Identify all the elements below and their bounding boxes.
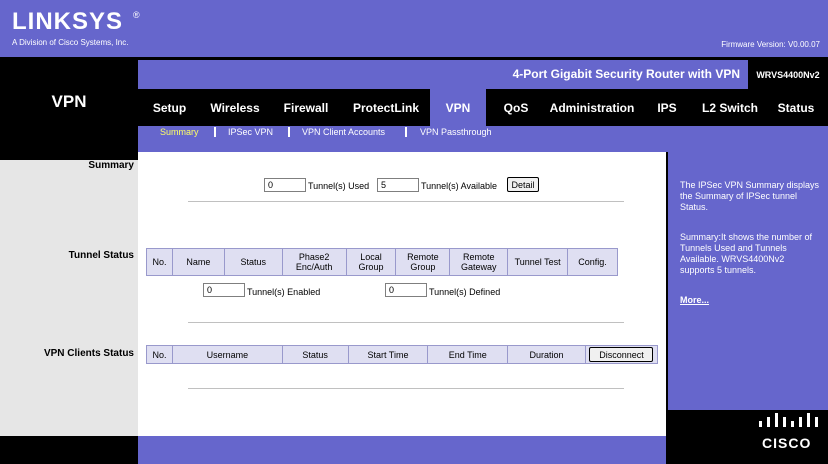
column-header: Local Group: [345, 248, 397, 276]
cisco-bars-icon: [759, 413, 818, 427]
brand-bar: [0, 0, 828, 57]
action-column: Disconnect: [584, 345, 659, 364]
more-link[interactable]: More...: [680, 295, 709, 305]
column-header: Start Time: [347, 345, 429, 364]
tab-administration[interactable]: Administration: [546, 89, 638, 126]
tunnels-used-field: 0: [264, 178, 306, 192]
table-header-row: No. Username Status Start Time End Time …: [146, 345, 659, 364]
subtab-summary[interactable]: Summary: [160, 127, 199, 141]
firmware-version: Firmware Version: V0.00.07: [721, 40, 820, 49]
cisco-logo: CISCO: [762, 435, 812, 451]
subtab-ipsec-vpn[interactable]: IPSec VPN: [228, 127, 273, 141]
left-column-cap: [0, 152, 138, 160]
tab-vpn[interactable]: VPN: [430, 89, 486, 126]
tunnels-used-label: Tunnel(s) Used: [308, 181, 370, 191]
table-header-row: No. Name Status Phase2 Enc/Auth Local Gr…: [146, 248, 618, 276]
column-header: Status: [281, 345, 349, 364]
tab-protectlink[interactable]: ProtectLink: [347, 89, 425, 126]
disconnect-button[interactable]: Disconnect: [589, 347, 654, 362]
subnav-separator: [214, 127, 216, 137]
tunnels-enabled-label: Tunnel(s) Enabled: [247, 287, 321, 297]
column-header: Status: [223, 248, 283, 276]
section-title: VPN: [51, 92, 87, 111]
column-header: End Time: [427, 345, 509, 364]
column-header: No.: [146, 345, 173, 364]
tab-setup[interactable]: Setup: [142, 89, 197, 126]
help-text-summary: Summary:It shows the number of Tunnels U…: [680, 232, 813, 275]
divider: [188, 322, 624, 323]
subtab-vpn-passthrough[interactable]: VPN Passthrough: [420, 127, 492, 141]
column-header: Remote Gateway: [449, 248, 509, 276]
tunnels-available-field: 5: [377, 178, 419, 192]
column-header: Config.: [567, 248, 618, 276]
summary-label: Summary: [88, 160, 134, 171]
help-text-intro: The IPSec VPN Summary displays the Summa…: [680, 180, 820, 212]
tab-l2-switch[interactable]: L2 Switch: [697, 89, 763, 126]
vpn-clients-status-label: VPN Clients Status: [43, 348, 134, 359]
tab-qos[interactable]: QoS: [497, 89, 535, 126]
subnav-separator: [288, 127, 290, 137]
vpn-clients-table: No. Username Status Start Time End Time …: [146, 345, 659, 364]
divider: [188, 388, 624, 389]
tab-firewall[interactable]: Firewall: [275, 89, 337, 126]
column-header: Duration: [507, 345, 586, 364]
subnav-separator: [405, 127, 407, 137]
footer-left: [0, 436, 138, 464]
column-header: Tunnel Test: [507, 248, 569, 276]
tunnels-defined-field: 0: [385, 283, 427, 297]
brand-tagline: A Division of Cisco Systems, Inc.: [12, 38, 129, 47]
tunnel-status-table: No. Name Status Phase2 Enc/Auth Local Gr…: [146, 248, 618, 276]
product-name: 4-Port Gigabit Security Router with VPN: [512, 67, 740, 81]
tab-status[interactable]: Status: [773, 89, 819, 126]
column-header: Username: [171, 345, 283, 364]
tab-wireless[interactable]: Wireless: [203, 89, 267, 126]
column-header: No.: [146, 248, 173, 276]
detail-button[interactable]: Detail: [507, 177, 539, 192]
model-number: WRVS4400Nv2: [748, 60, 828, 89]
tab-ips[interactable]: IPS: [651, 89, 683, 126]
subtab-vpn-client-accounts[interactable]: VPN Client Accounts: [302, 127, 385, 141]
tunnels-enabled-field: 0: [203, 283, 245, 297]
tunnels-defined-label: Tunnel(s) Defined: [429, 287, 501, 297]
column-header: Phase2 Enc/Auth: [281, 248, 347, 276]
registered-mark: ®: [133, 10, 140, 20]
tunnel-status-label: Tunnel Status: [68, 250, 134, 261]
tunnels-available-label: Tunnel(s) Available: [421, 181, 498, 191]
left-column: [0, 152, 138, 436]
divider: [188, 201, 624, 202]
column-header: Remote Group: [395, 248, 451, 276]
linksys-logo: LINKSYS: [12, 8, 124, 35]
column-header: Name: [171, 248, 225, 276]
